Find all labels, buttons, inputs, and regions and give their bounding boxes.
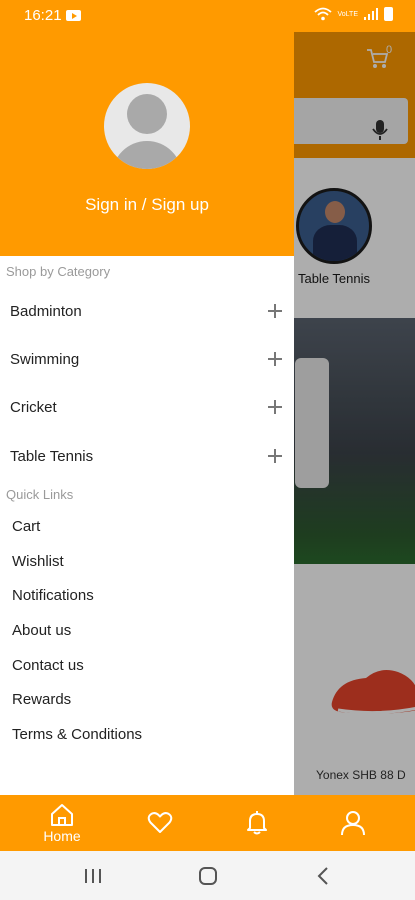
back-icon[interactable] [313, 865, 335, 887]
shop-by-category-heading: Shop by Category [6, 264, 111, 279]
drawer-header: Sign in / Sign up [0, 32, 294, 256]
system-navigation-bar [0, 851, 415, 900]
category-item-swimming[interactable]: Swimming [0, 336, 294, 382]
avatar-head [127, 94, 167, 134]
quick-link-contact-us[interactable]: Contact us [12, 657, 84, 674]
navigation-drawer: Sign in / Sign up Shop by Category Badmi… [0, 32, 294, 795]
category-item-table-tennis[interactable]: Table Tennis [0, 433, 294, 479]
quick-link-about-us[interactable]: About us [12, 622, 71, 639]
category-item-label: Badminton [10, 302, 82, 320]
sign-in-link[interactable]: Sign in / Sign up [0, 195, 294, 215]
quick-link-wishlist[interactable]: Wishlist [12, 553, 64, 570]
plus-icon[interactable] [268, 304, 282, 318]
home-button-icon[interactable] [197, 865, 219, 887]
quick-link-cart[interactable]: Cart [12, 518, 40, 535]
status-bar: 16:21 VoLTE [0, 0, 415, 32]
plus-icon[interactable] [268, 449, 282, 463]
battery-icon [384, 7, 393, 21]
nav-notifications[interactable] [229, 795, 285, 851]
home-icon [51, 803, 73, 826]
category-item-label: Table Tennis [10, 447, 94, 465]
category-item-label: Cricket [10, 398, 57, 416]
heart-icon [147, 812, 173, 833]
plus-icon[interactable] [268, 352, 282, 366]
avatar[interactable] [104, 83, 190, 169]
youtube-icon [66, 10, 81, 21]
nav-home-label: Home [43, 827, 81, 844]
quick-links-heading: Quick Links [6, 487, 74, 502]
quick-link-notifications[interactable]: Notifications [12, 587, 94, 604]
nav-home[interactable]: Home [34, 795, 90, 851]
status-indicators: VoLTE [313, 7, 393, 21]
signal-icon [364, 8, 378, 20]
user-icon [341, 811, 365, 836]
quick-link-rewards[interactable]: Rewards [12, 691, 71, 708]
wifi-icon [313, 7, 332, 21]
nav-wishlist[interactable] [132, 795, 188, 851]
bell-icon [247, 811, 267, 835]
recent-apps-icon[interactable] [82, 865, 104, 887]
category-item-badminton[interactable]: Badminton [0, 288, 294, 334]
quick-link-terms[interactable]: Terms & Conditions [12, 726, 142, 743]
bottom-navigation: Home [0, 795, 415, 851]
nav-account[interactable] [325, 795, 381, 851]
category-item-label: Swimming [10, 350, 80, 368]
avatar-body [112, 141, 182, 169]
plus-icon[interactable] [268, 400, 282, 414]
category-item-cricket[interactable]: Cricket [0, 384, 294, 430]
status-time: 16:21 [24, 7, 62, 24]
volte-label: VoLTE [337, 10, 359, 18]
